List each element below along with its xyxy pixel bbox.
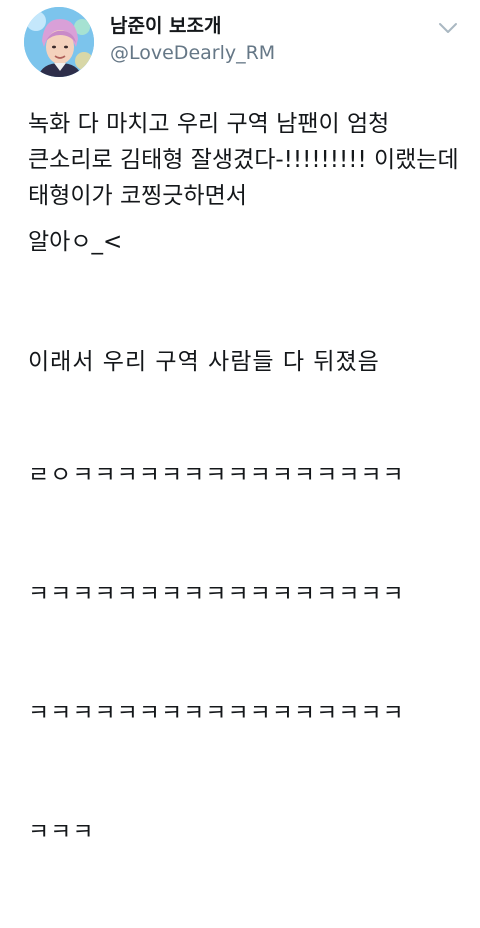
tweet-line: 이래서 우리 구역 사람들 다 뒤졌음 (28, 349, 380, 375)
laugh-line: ㅋㅋㅋㅋㅋㅋㅋㅋㅋㅋㅋㅋㅋㅋㅋㅋㅋ (28, 700, 405, 726)
avatar[interactable] (24, 7, 94, 77)
tweet-paragraph: 이래서 우리 구역 사람들 다 뒤졌음 ㄹㅇㅋㅋㅋㅋㅋㅋㅋㅋㅋㅋㅋㅋㅋㅋㅋ ㅋㅋ… (28, 272, 468, 928)
user-names: 남준이 보조개 @LoveDearly_RM (110, 14, 275, 66)
laugh-line: ㅋㅋㅋ (28, 819, 95, 845)
laugh-line: ㄹㅇㅋㅋㅋㅋㅋㅋㅋㅋㅋㅋㅋㅋㅋㅋㅋ (28, 462, 405, 488)
tweet-paragraph: 녹화 다 마치고 우리 구역 남팬이 엄청 큰소리로 김태형 잘생겼다-!!!!… (28, 111, 466, 209)
display-name[interactable]: 남준이 보조개 (110, 14, 275, 38)
avatar-image (24, 7, 94, 77)
user-handle[interactable]: @LoveDearly_RM (110, 40, 275, 66)
laugh-line: ㅋㅋㅋㅋㅋㅋㅋㅋㅋㅋㅋㅋㅋㅋㅋㅋㅋ (28, 581, 405, 607)
tweet-paragraph: 알아ㅇ_< (28, 229, 123, 255)
chevron-down-icon[interactable] (437, 20, 459, 34)
tweet-text: 녹화 다 마치고 우리 구역 남팬이 엄청 큰소리로 김태형 잘생겼다-!!!!… (28, 106, 468, 928)
tweet-header: 남준이 보조개 @LoveDearly_RM (0, 0, 480, 92)
